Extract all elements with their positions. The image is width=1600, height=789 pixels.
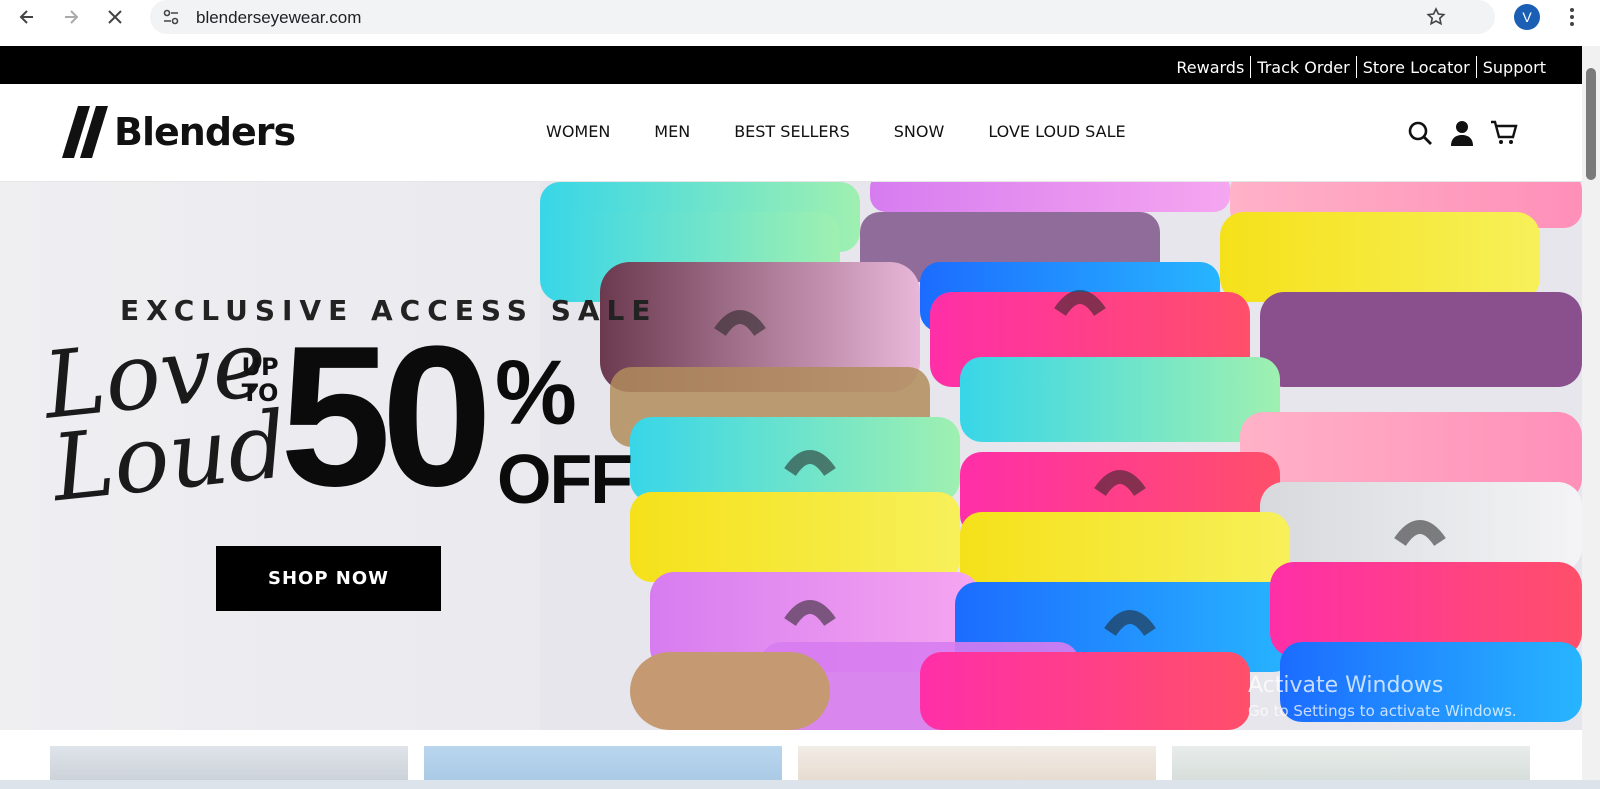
logo[interactable]: Blenders	[62, 106, 296, 158]
web-page: Rewards Track Order Store Locator Suppor…	[0, 46, 1582, 780]
hero-script-text: Love Loud.	[39, 310, 321, 522]
category-tile[interactable]	[424, 746, 782, 780]
windows-activation-watermark: Activate Windows Go to Settings to activ…	[1248, 673, 1517, 720]
site-header: Blenders WOMEN MEN BEST SELLERS SNOW LOV…	[0, 84, 1582, 182]
cart-icon[interactable]	[1489, 118, 1519, 148]
watermark-title: Activate Windows	[1248, 673, 1444, 698]
sunglasses-collage-image	[540, 182, 1582, 730]
back-arrow-icon[interactable]	[12, 2, 42, 32]
url-text[interactable]: blenderseyewear.com	[196, 8, 361, 28]
logo-text: Blenders	[114, 110, 296, 154]
hero-up-to: UP TO	[240, 354, 280, 406]
address-bar[interactable]: blenderseyewear.com	[150, 0, 1495, 34]
nav-women[interactable]: WOMEN	[546, 122, 610, 141]
browser-toolbar: blenderseyewear.com V	[0, 0, 1600, 46]
rewards-link[interactable]: Rewards	[1170, 58, 1250, 77]
hero-percent-sign: %	[495, 342, 577, 444]
category-tiles-row	[0, 746, 1582, 780]
account-icon[interactable]	[1447, 118, 1477, 148]
hero-off-text: OFF	[497, 440, 633, 518]
search-icon[interactable]	[1405, 118, 1435, 148]
site-settings-icon[interactable]	[162, 8, 180, 31]
more-vert-icon[interactable]	[1568, 6, 1576, 33]
nav-love-loud-sale[interactable]: LOVE LOUD SALE	[988, 122, 1125, 141]
to-text: TO	[241, 379, 279, 407]
utility-bar: Rewards Track Order Store Locator Suppor…	[0, 46, 1582, 84]
category-tile[interactable]	[50, 746, 408, 780]
forward-arrow-icon[interactable]	[56, 2, 86, 32]
nav-best-sellers[interactable]: BEST SELLERS	[734, 122, 850, 141]
logo-slashes-icon	[62, 106, 108, 158]
profile-avatar[interactable]: V	[1514, 4, 1540, 30]
nav-men[interactable]: MEN	[654, 122, 690, 141]
category-tile[interactable]	[798, 746, 1156, 780]
support-link[interactable]: Support	[1477, 58, 1552, 77]
up-text: UP	[241, 353, 279, 381]
taskbar-strip	[0, 780, 1600, 789]
nav-snow[interactable]: SNOW	[894, 122, 945, 141]
store-locator-link[interactable]: Store Locator	[1357, 58, 1476, 77]
track-order-link[interactable]: Track Order	[1251, 58, 1355, 77]
hero-discount-number: 50	[280, 305, 492, 528]
scrollbar-thumb[interactable]	[1586, 68, 1596, 180]
watermark-subtitle: Go to Settings to activate Windows.	[1248, 702, 1517, 720]
main-nav: WOMEN MEN BEST SELLERS SNOW LOVE LOUD SA…	[546, 122, 1170, 141]
shop-now-button[interactable]: SHOP NOW	[216, 546, 441, 611]
page-scrollbar[interactable]	[1582, 46, 1600, 780]
bookmark-star-icon[interactable]	[1426, 7, 1446, 32]
hero-banner[interactable]: EXCLUSIVE ACCESS SALE Love Loud. UP TO 5…	[0, 182, 1582, 730]
close-icon[interactable]	[100, 2, 130, 32]
category-tile[interactable]	[1172, 746, 1530, 780]
